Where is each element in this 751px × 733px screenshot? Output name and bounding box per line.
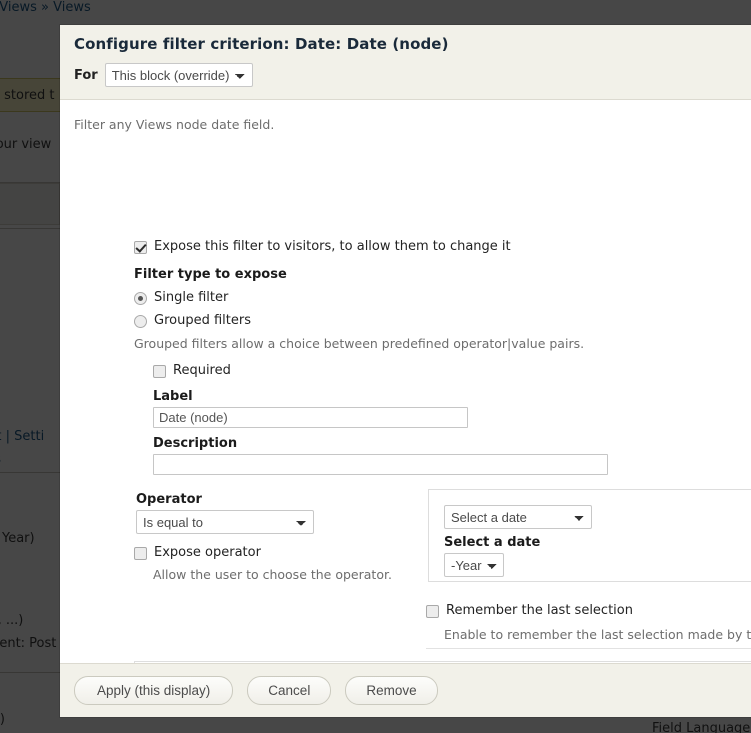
modal-body: Filter any Views node date field. Expose… bbox=[60, 100, 751, 663]
description-input[interactable] bbox=[153, 454, 608, 475]
operator-select[interactable]: Is equal to bbox=[136, 510, 314, 534]
operator-heading: Operator bbox=[136, 492, 202, 507]
date-type-select[interactable]: Select a date bbox=[444, 505, 592, 529]
date-value-fieldset: Select a date Select a date -Year bbox=[428, 489, 751, 582]
page-root: re » Views » Views e stored t your view … bbox=[0, 0, 751, 733]
filter-type-single-row[interactable]: Single filter bbox=[134, 290, 228, 305]
expose-filter-row[interactable]: Expose this filter to visitors, to allow… bbox=[134, 239, 511, 254]
more-fieldset[interactable]: MORE bbox=[134, 661, 751, 663]
expose-operator-label: Expose operator bbox=[154, 545, 261, 560]
label-field-heading: Label bbox=[153, 389, 193, 404]
date-year-select[interactable]: -Year bbox=[444, 553, 504, 577]
single-filter-radio[interactable] bbox=[134, 292, 147, 305]
label-input[interactable] bbox=[153, 407, 468, 428]
expose-operator-checkbox[interactable] bbox=[134, 547, 147, 560]
remember-selection-row[interactable]: Remember the last selection bbox=[426, 603, 633, 618]
modal-header: Configure filter criterion: Date: Date (… bbox=[60, 25, 751, 100]
expose-operator-row[interactable]: Expose operator bbox=[134, 545, 261, 560]
for-row: For This block (override) bbox=[74, 63, 751, 87]
required-checkbox[interactable] bbox=[153, 365, 166, 378]
section-divider bbox=[426, 648, 751, 649]
expose-filter-label: Expose this filter to visitors, to allow… bbox=[154, 239, 511, 254]
remove-button[interactable]: Remove bbox=[345, 676, 438, 705]
description-field-heading: Description bbox=[153, 436, 238, 451]
remember-selection-checkbox[interactable] bbox=[426, 605, 439, 618]
expose-filter-checkbox[interactable] bbox=[134, 241, 147, 254]
page-title: Configure filter criterion: Date: Date (… bbox=[74, 35, 449, 53]
filter-type-help: Grouped filters allow a choice between p… bbox=[134, 336, 585, 351]
filter-type-heading: Filter type to expose bbox=[134, 267, 287, 282]
remember-selection-help: Enable to remember the last selection ma… bbox=[444, 627, 751, 642]
expose-operator-help: Allow the user to choose the operator. bbox=[153, 567, 392, 582]
required-label: Required bbox=[173, 363, 231, 378]
single-filter-label: Single filter bbox=[154, 290, 229, 305]
grouped-filters-radio[interactable] bbox=[134, 315, 147, 328]
configure-filter-modal: Configure filter criterion: Date: Date (… bbox=[60, 25, 751, 717]
grouped-filters-label: Grouped filters bbox=[154, 313, 251, 328]
display-scope-select[interactable]: This block (override) bbox=[104, 63, 253, 87]
filter-type-grouped-row[interactable]: Grouped filters bbox=[134, 313, 251, 328]
select-a-date-heading: Select a date bbox=[444, 535, 541, 550]
cancel-button[interactable]: Cancel bbox=[247, 676, 332, 705]
apply-button[interactable]: Apply (this display) bbox=[74, 676, 234, 705]
for-label: For bbox=[74, 67, 98, 83]
remember-selection-label: Remember the last selection bbox=[446, 603, 633, 618]
modal-footer: Apply (this display) Cancel Remove bbox=[60, 663, 751, 717]
filter-description: Filter any Views node date field. bbox=[74, 117, 275, 132]
required-row[interactable]: Required bbox=[153, 363, 231, 378]
